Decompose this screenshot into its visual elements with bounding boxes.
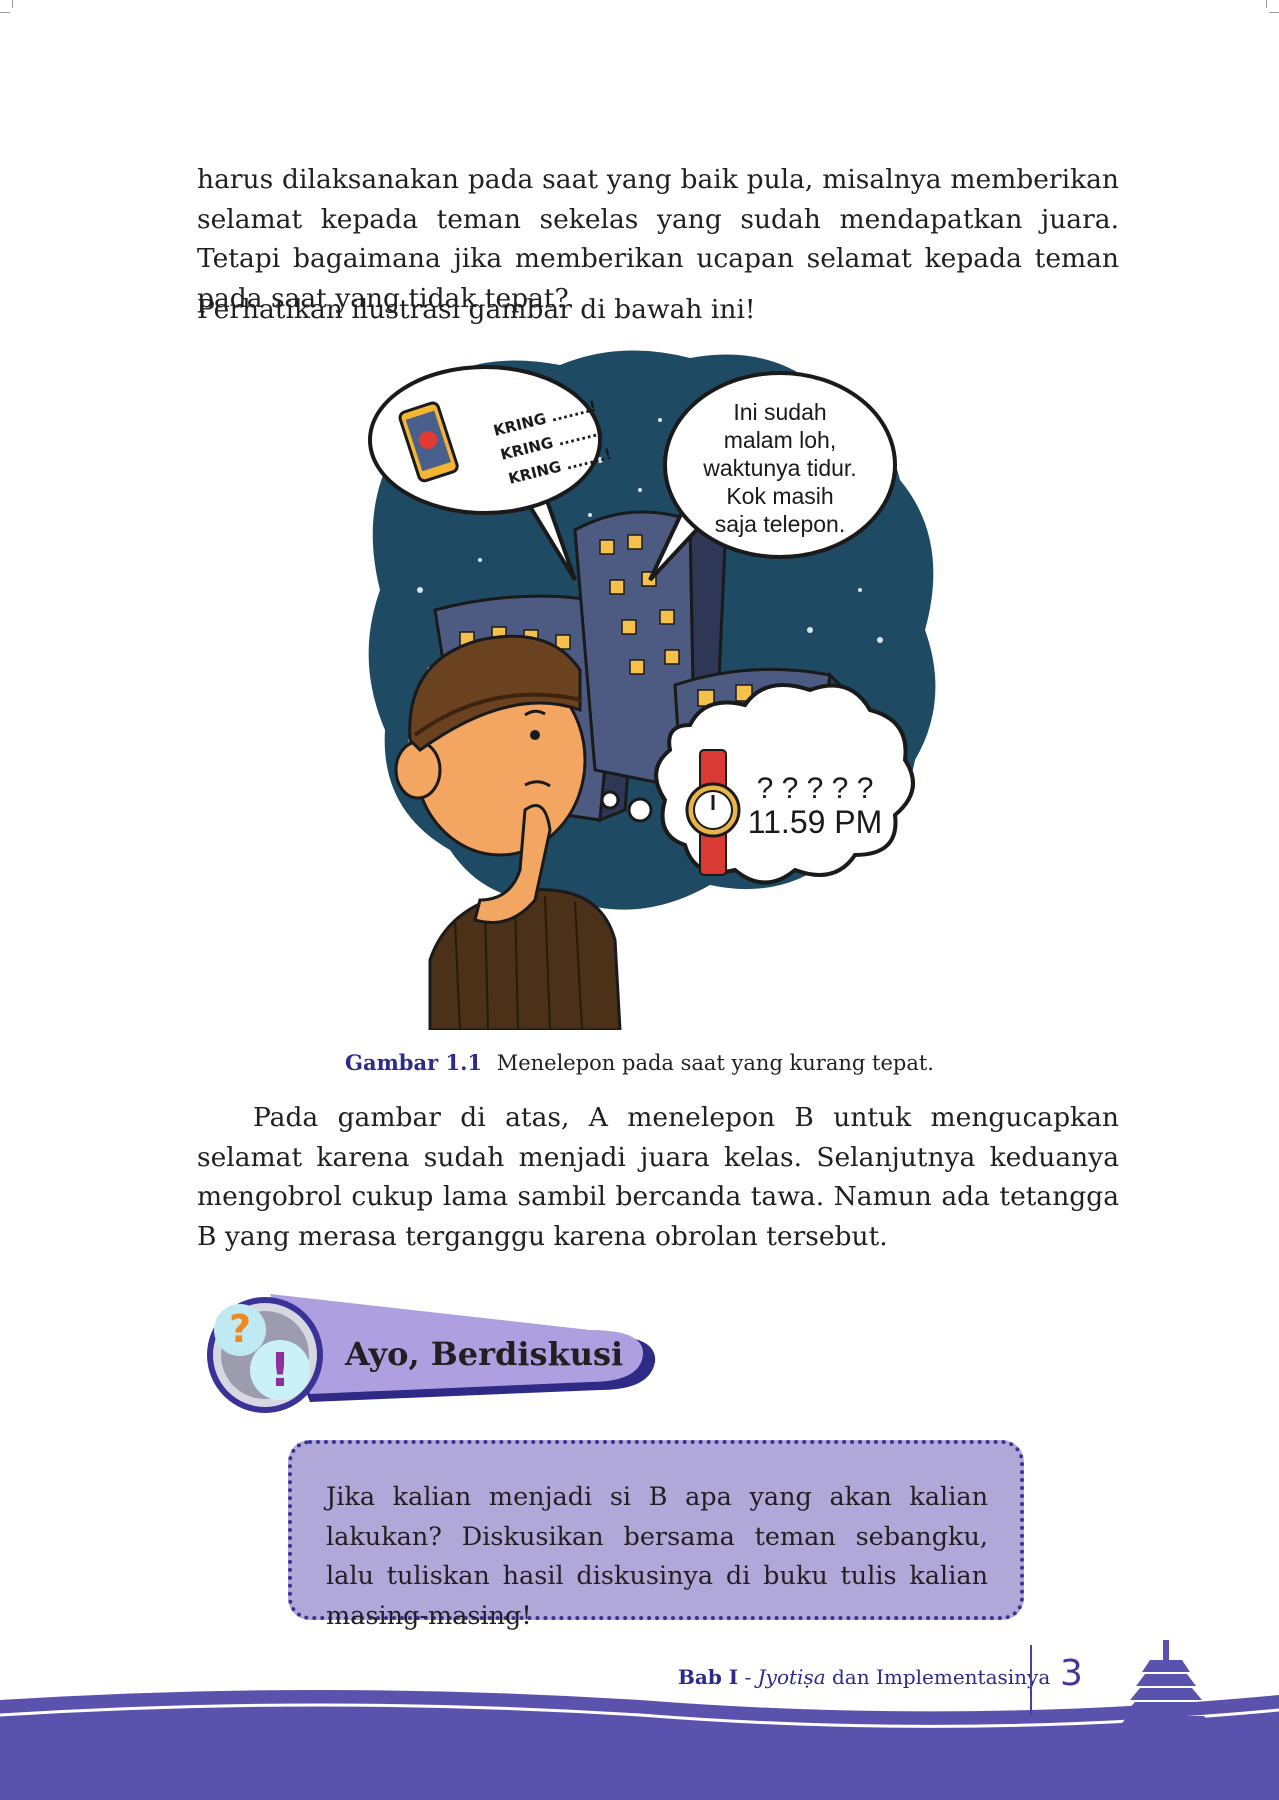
svg-text:!: ! [270, 1343, 291, 1397]
footer-wave [0, 1640, 1279, 1800]
crop-mark [12, 0, 13, 8]
page-number: 3 [1060, 1653, 1083, 1694]
speech-line-3: waktunya tidur. [702, 455, 856, 481]
thought-time: 11.59 PM [748, 804, 883, 840]
figure-caption: Gambar 1.1 Menelepon pada saat yang kura… [0, 1050, 1279, 1075]
footer-divider [1030, 1645, 1032, 1715]
svg-text:?: ? [229, 1307, 251, 1351]
speech-line-2: malam loh, [724, 427, 836, 453]
phone-call-illustration: KRING .......! KRING .......! KRING ....… [368, 350, 936, 1030]
discussion-text: Jika kalian menjadi si B apa yang akan k… [326, 1482, 988, 1631]
body-paragraph-2: Perhatikan ilustrasi gambar di bawah ini… [197, 294, 756, 325]
crop-mark [1266, 0, 1267, 8]
figure-caption-text: Menelepon pada saat yang kurang tepat. [496, 1051, 934, 1075]
speech-line-5: saja telepon. [715, 511, 845, 537]
question-mark-icon: ? [214, 1304, 266, 1356]
figure-label: Gambar 1.1 [345, 1050, 482, 1075]
speech-line-1: Ini sudah [733, 399, 826, 425]
thought-question: ? ? ? ? ? [757, 772, 874, 805]
body-paragraph-3: Pada gambar di atas, A menelepon B untuk… [197, 1102, 1119, 1252]
discussion-title: Ayo, Berdiskusi [345, 1335, 624, 1373]
footer-rest: dan Implementasinya [825, 1665, 1051, 1689]
speech-line-4: Kok masih [726, 483, 833, 509]
running-footer: Bab I - Jyotiṣa dan Implementasinya [678, 1665, 1050, 1689]
crop-mark [1269, 12, 1279, 13]
footer-chapter: Bab I [678, 1665, 739, 1689]
exclamation-mark-icon: ! [250, 1340, 310, 1400]
footer-topic: Jyotiṣa [757, 1665, 826, 1689]
crop-mark [0, 12, 10, 13]
footer-separator: - [738, 1665, 758, 1689]
